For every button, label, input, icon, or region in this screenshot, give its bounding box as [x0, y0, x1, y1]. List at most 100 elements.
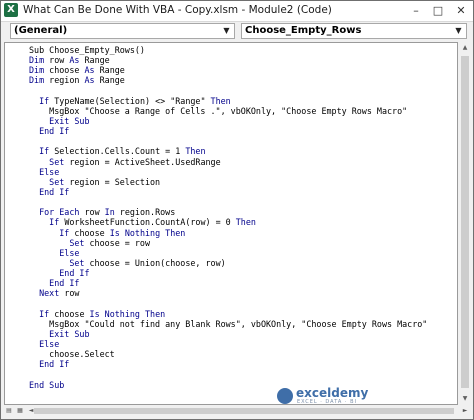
close-button[interactable]: ✕	[450, 1, 472, 21]
code-line: End If	[29, 359, 427, 369]
code-line: MsgBox "Choose a Range of Cells .", vbOK…	[29, 106, 427, 116]
code-text: Selection.Cells.Count = 1	[54, 146, 186, 157]
code-text: MsgBox "Could not find any Blank Rows", …	[29, 318, 428, 329]
code-keyword: For Each	[39, 207, 85, 218]
code-text: choose = Union(choose, row)	[89, 257, 226, 268]
horizontal-scroll-thumb[interactable]	[34, 408, 454, 414]
code-line: Sub Choose_Empty_Rows()	[29, 45, 427, 55]
code-text: Range	[84, 55, 110, 66]
exceldemy-logo-icon	[277, 388, 293, 404]
code-keyword: If	[49, 217, 65, 228]
code-text: TypeName(Selection) <> "Range"	[54, 95, 211, 106]
code-line: If Selection.Cells.Count = 1 Then	[29, 146, 427, 156]
chevron-down-icon[interactable]: ▼	[452, 25, 465, 37]
code-keyword: Is Nothing Then	[109, 227, 186, 238]
code-line: Else	[29, 339, 427, 349]
procedure-dropdown[interactable]: Choose_Empty_Rows ▼	[241, 23, 467, 39]
code-line: Set region = ActiveSheet.UsedRange	[29, 157, 427, 167]
code-text: choose	[49, 65, 85, 76]
full-module-view-icon[interactable]: ▦	[15, 406, 25, 416]
code-line: Exit Sub	[29, 329, 427, 339]
code-text: Range	[99, 75, 125, 86]
scroll-thumb[interactable]	[461, 56, 469, 388]
vertical-scrollbar[interactable]: ▲ ▼	[459, 42, 471, 405]
code-line: End If	[29, 187, 427, 197]
code-keyword: Is Nothing Then	[89, 308, 166, 319]
code-line: Dim choose As Range	[29, 65, 427, 75]
code-text: choose.Select	[29, 349, 115, 360]
code-keyword: As	[84, 75, 100, 86]
code-keyword: Exit Sub	[49, 115, 90, 126]
code-text: row	[49, 55, 70, 66]
code-line: Dim row As Range	[29, 55, 427, 65]
maximize-button[interactable]: □	[427, 1, 449, 21]
watermark-name: exceldemy	[296, 386, 369, 400]
code-keyword: End Sub	[29, 379, 65, 390]
code-line: Else	[29, 248, 427, 258]
code-keyword: Then	[235, 217, 256, 228]
code-line: Set choose = row	[29, 238, 427, 248]
code-line: If TypeName(Selection) <> "Range" Then	[29, 96, 427, 106]
title-bar: X What Can Be Done With VBA - Copy.xlsm …	[1, 1, 473, 22]
code-keyword: If	[39, 146, 55, 157]
code-line: End If	[29, 278, 427, 288]
code-keyword: In	[104, 207, 120, 218]
code-keyword: Then	[210, 95, 231, 106]
code-editor[interactable]: Sub Choose_Empty_Rows() Dim row As Range D…	[4, 42, 458, 405]
vbe-code-window: X What Can Be Done With VBA - Copy.xlsm …	[0, 0, 474, 420]
code-keyword: Set	[49, 156, 70, 167]
window-title: What Can Be Done With VBA - Copy.xlsm - …	[23, 4, 332, 16]
scroll-right-icon[interactable]: ►	[460, 406, 470, 416]
code-lines: Sub Choose_Empty_Rows() Dim row As Range D…	[29, 45, 427, 390]
code-keyword: End If	[39, 186, 70, 197]
code-keyword: Else	[39, 339, 60, 350]
code-line: Dim region As Range	[29, 75, 427, 85]
code-line: End If	[29, 268, 427, 278]
code-keyword: As	[69, 55, 85, 66]
code-keyword: Set	[49, 176, 70, 187]
code-keyword: End If	[39, 126, 70, 137]
code-line: Next row	[29, 288, 427, 298]
code-text: choose	[54, 308, 90, 319]
horizontal-scrollbar[interactable]: ▤ ▦ ◄ ►	[4, 406, 472, 417]
scroll-down-icon[interactable]: ▼	[459, 393, 471, 405]
code-keyword: End If	[39, 359, 70, 370]
code-keyword: Exit Sub	[49, 328, 90, 339]
procedure-dropdown-value: Choose_Empty_Rows	[245, 25, 362, 36]
object-dropdown[interactable]: (General) ▼	[10, 23, 235, 39]
code-text: MsgBox "Choose a Range of Cells .", vbOK…	[29, 105, 408, 116]
procedure-view-icon[interactable]: ▤	[4, 406, 14, 416]
code-keyword: As	[84, 65, 100, 76]
code-text: choose = row	[89, 237, 151, 248]
object-dropdown-value: (General)	[14, 25, 68, 36]
code-keyword: Dim	[29, 75, 50, 86]
code-line: MsgBox "Could not find any Blank Rows", …	[29, 319, 427, 329]
code-text: region	[49, 75, 85, 86]
code-text: region = ActiveSheet.UsedRange	[69, 156, 221, 167]
code-line: Set region = Selection	[29, 177, 427, 187]
code-line: If choose Is Nothing Then	[29, 228, 427, 238]
scroll-up-icon[interactable]: ▲	[459, 42, 471, 54]
code-line: Set choose = Union(choose, row)	[29, 258, 427, 268]
code-text: row	[84, 207, 105, 218]
minimize-button[interactable]: –	[405, 1, 427, 21]
chevron-down-icon[interactable]: ▼	[220, 25, 233, 37]
